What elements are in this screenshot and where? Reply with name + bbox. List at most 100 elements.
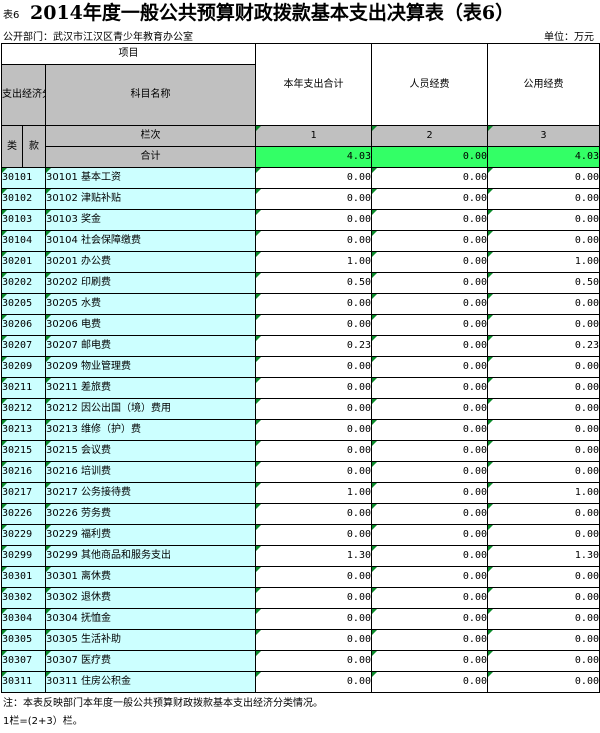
row-value-3: 0.00 [487, 419, 600, 441]
table-row: 30103 30103 奖金 0.00 0.00 0.00 [1, 209, 600, 231]
row-value-3: 0.00 [487, 209, 600, 231]
row-name: 30102 津贴补贴 [45, 188, 256, 210]
table-tag: 表6 [3, 10, 20, 21]
table-row: 30311 30311 住房公积金 0.00 0.00 0.00 [1, 671, 600, 693]
row-value-1: 0.50 [255, 272, 372, 294]
row-name: 30305 生活补助 [45, 629, 256, 651]
row-value-2: 0.00 [371, 230, 488, 252]
table-row: 30209 30209 物业管理费 0.00 0.00 0.00 [1, 356, 600, 378]
row-value-2: 0.00 [371, 209, 488, 231]
row-name: 30104 社会保障缴费 [45, 230, 256, 252]
table-row: 30206 30206 电费 0.00 0.00 0.00 [1, 314, 600, 336]
row-value-3: 0.00 [487, 587, 600, 609]
row-value-1: 1.30 [255, 545, 372, 567]
row-value-2: 0.00 [371, 398, 488, 420]
row-value-1: 0.00 [255, 398, 372, 420]
row-value-2: 0.00 [371, 545, 488, 567]
row-value-3: 1.30 [487, 545, 600, 567]
header-lei: 类 [1, 125, 23, 168]
row-value-1: 0.00 [255, 650, 372, 672]
row-name: 30307 医疗费 [45, 650, 256, 672]
lanci-2: 2 [371, 125, 488, 147]
row-name: 30213 维修（护）费 [45, 419, 256, 441]
row-value-1: 0.00 [255, 377, 372, 399]
row-code: 30305 [1, 629, 46, 651]
department-label: 公开部门：武汉市江汉区青少年教育办公室 [3, 32, 193, 43]
header-kuan: 款 [22, 125, 46, 168]
lanci-1: 1 [255, 125, 372, 147]
row-name: 30301 离休费 [45, 566, 256, 588]
row-value-1: 0.00 [255, 587, 372, 609]
row-value-3: 0.50 [487, 272, 600, 294]
row-code: 30216 [1, 461, 46, 483]
header-name: 科目名称 [45, 64, 256, 126]
row-value-2: 0.00 [371, 671, 488, 693]
expenditure-table: 项目 本年支出合计 人员经费 公用经费 支出经济分类科目 科目名称 类 款 栏次… [1, 43, 600, 693]
table-row: 30216 30216 培训费 0.00 0.00 0.00 [1, 461, 600, 483]
row-name: 30103 奖金 [45, 209, 256, 231]
table-row: 30226 30226 劳务费 0.00 0.00 0.00 [1, 503, 600, 525]
row-value-2: 0.00 [371, 356, 488, 378]
row-value-3: 0.23 [487, 335, 600, 357]
row-value-1: 0.00 [255, 314, 372, 336]
row-name: 30299 其他商品和服务支出 [45, 545, 256, 567]
note-line-2: 1栏=(2+3）栏。 [3, 716, 83, 727]
unit-label: 单位：万元 [544, 32, 594, 43]
row-value-2: 0.00 [371, 440, 488, 462]
row-value-2: 0.00 [371, 503, 488, 525]
row-code: 30205 [1, 293, 46, 315]
row-value-1: 0.23 [255, 335, 372, 357]
row-code: 30101 [1, 167, 46, 189]
row-code: 30212 [1, 398, 46, 420]
header-item: 项目 [1, 43, 256, 65]
table-row: 30211 30211 差旅费 0.00 0.00 0.00 [1, 377, 600, 399]
row-value-3: 1.00 [487, 251, 600, 273]
table-row: 30217 30217 公务接待费 1.00 0.00 1.00 [1, 482, 600, 504]
total-value-1: 4.03 [255, 146, 372, 168]
row-value-1: 0.00 [255, 167, 372, 189]
table-row: 30201 30201 办公费 1.00 0.00 1.00 [1, 251, 600, 273]
row-name: 30217 公务接待费 [45, 482, 256, 504]
row-value-1: 0.00 [255, 524, 372, 546]
row-code: 30104 [1, 230, 46, 252]
row-value-1: 1.00 [255, 251, 372, 273]
row-code: 30103 [1, 209, 46, 231]
header-total: 本年支出合计 [255, 43, 372, 126]
total-label: 合计 [45, 146, 256, 168]
row-value-3: 0.00 [487, 671, 600, 693]
table-row: 30202 30202 印刷费 0.50 0.00 0.50 [1, 272, 600, 294]
row-value-3: 0.00 [487, 398, 600, 420]
table-row: 30301 30301 离休费 0.00 0.00 0.00 [1, 566, 600, 588]
row-name: 30212 因公出国（境）费用 [45, 398, 256, 420]
total-value-2: 0.00 [371, 146, 488, 168]
table-row: 30212 30212 因公出国（境）费用 0.00 0.00 0.00 [1, 398, 600, 420]
row-value-1: 0.00 [255, 230, 372, 252]
row-name: 30215 会议费 [45, 440, 256, 462]
row-value-2: 0.00 [371, 188, 488, 210]
lanci-3: 3 [487, 125, 600, 147]
row-value-3: 0.00 [487, 167, 600, 189]
row-code: 30302 [1, 587, 46, 609]
row-value-2: 0.00 [371, 272, 488, 294]
report-title: 2014年度一般公共预算财政拨款基本支出决算表（表6） [30, 2, 515, 24]
row-name: 30211 差旅费 [45, 377, 256, 399]
row-name: 30101 基本工资 [45, 167, 256, 189]
row-code: 30301 [1, 566, 46, 588]
row-name: 30205 水费 [45, 293, 256, 315]
row-value-2: 0.00 [371, 314, 488, 336]
row-value-1: 0.00 [255, 293, 372, 315]
row-code: 30307 [1, 650, 46, 672]
row-code: 30213 [1, 419, 46, 441]
row-name: 30206 电费 [45, 314, 256, 336]
row-code: 30226 [1, 503, 46, 525]
row-code: 30299 [1, 545, 46, 567]
notes: 注：本表反映部门本年度一般公共预算财政拨款基本支出经济分类情况。 1栏=(2+3… [3, 695, 323, 731]
row-value-1: 0.00 [255, 629, 372, 651]
row-name: 30304 抚恤金 [45, 608, 256, 630]
row-value-1: 0.00 [255, 461, 372, 483]
row-name: 30302 退休费 [45, 587, 256, 609]
row-value-1: 0.00 [255, 419, 372, 441]
table-row: 30213 30213 维修（护）费 0.00 0.00 0.00 [1, 419, 600, 441]
row-value-3: 0.00 [487, 503, 600, 525]
row-code: 30229 [1, 524, 46, 546]
